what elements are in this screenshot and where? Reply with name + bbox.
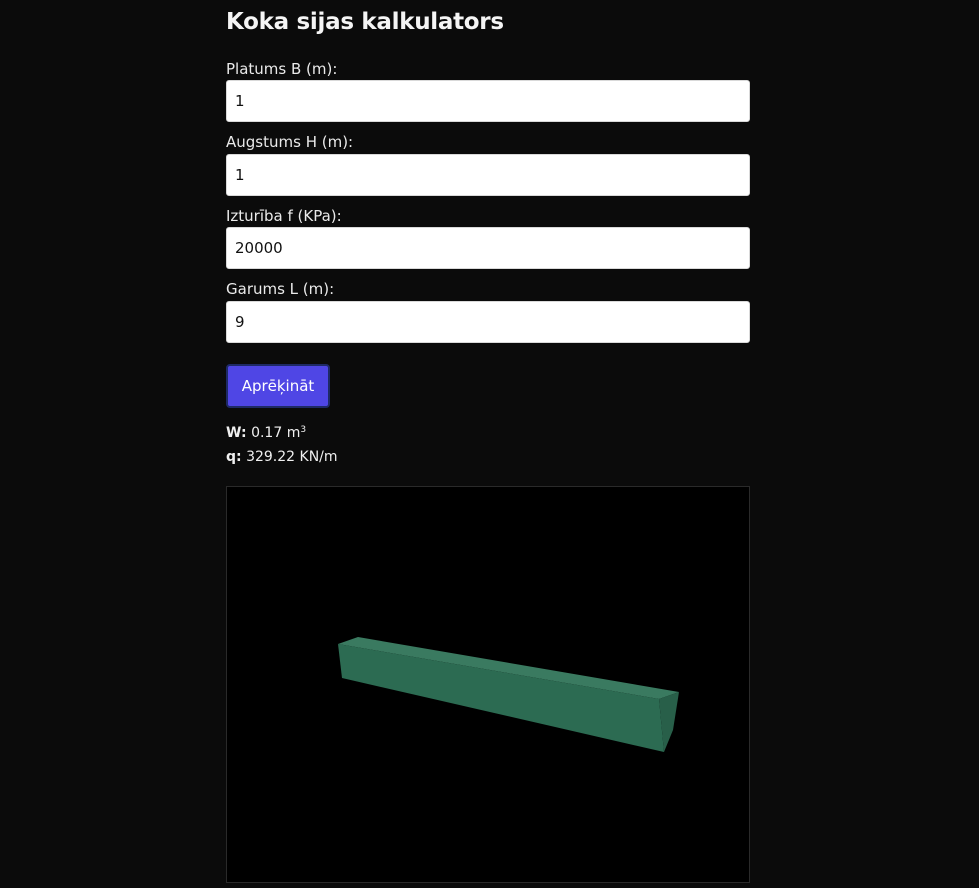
- length-input[interactable]: [226, 301, 750, 343]
- beam-3d-canvas: [338, 637, 679, 752]
- strength-input[interactable]: [226, 227, 750, 269]
- page-title: Koka sijas kalkulators: [226, 9, 504, 35]
- w-result: W: 0.17 m3: [226, 425, 306, 441]
- height-input[interactable]: [226, 154, 750, 196]
- q-result-label: q:: [226, 449, 242, 465]
- strength-label: Izturība f (KPa):: [226, 207, 342, 225]
- calculate-button[interactable]: Aprēķināt: [226, 364, 330, 408]
- width-label: Platums B (m):: [226, 60, 338, 78]
- q-result-value: 329.22 KN/m: [246, 449, 338, 465]
- length-label: Garums L (m):: [226, 280, 335, 298]
- q-result: q: 329.22 KN/m: [226, 449, 338, 465]
- beam-front-face: [338, 644, 664, 752]
- w-result-value: 0.17 m: [251, 425, 301, 441]
- width-input[interactable]: [226, 80, 750, 122]
- w-result-label: W:: [226, 425, 247, 441]
- beam-3d-viewport[interactable]: [226, 486, 750, 883]
- w-result-exponent: 3: [300, 425, 307, 435]
- height-label: Augstums H (m):: [226, 133, 354, 151]
